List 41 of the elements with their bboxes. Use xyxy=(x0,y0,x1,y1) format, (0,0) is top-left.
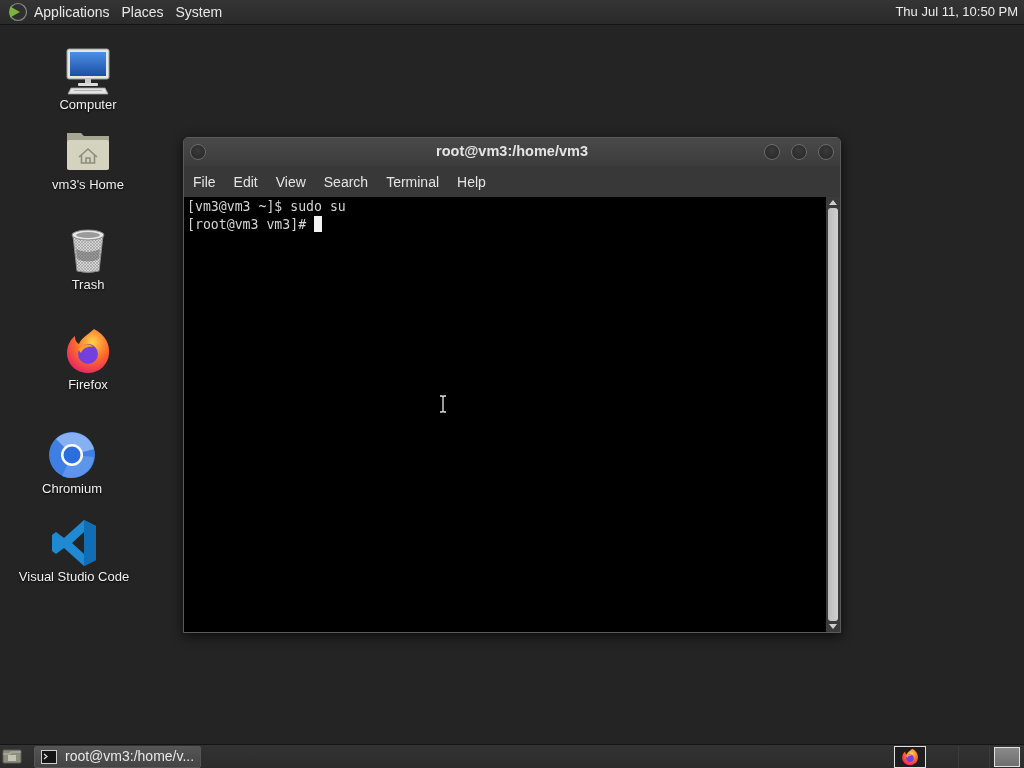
icon-label[interactable]: Computer xyxy=(59,97,117,113)
workspace-button[interactable] xyxy=(994,746,1020,767)
menu-item[interactable]: View xyxy=(266,167,315,196)
circle-logo-icon[interactable] xyxy=(8,2,28,22)
ribbon-logo-icon[interactable] xyxy=(50,519,98,567)
icon-label[interactable]: vm3's Home xyxy=(52,177,124,193)
monitor-icon[interactable] xyxy=(64,47,112,95)
clock-text[interactable]: Thu Jul 11, 10:50 PM xyxy=(895,2,1024,22)
terminal-line: [root@vm3 vm3]# xyxy=(187,217,307,232)
terminal-icon xyxy=(41,749,57,764)
text-cursor-icon xyxy=(439,395,447,413)
scrollbar-thumb[interactable] xyxy=(828,208,838,621)
icon-label[interactable]: Chromium xyxy=(42,481,102,497)
menu-item[interactable]: Edit xyxy=(224,167,267,196)
panel-menu[interactable]: System xyxy=(169,1,229,23)
window-title: root@vm3:/home/vm3 xyxy=(435,142,589,162)
icon-label[interactable]: Visual Studio Code xyxy=(18,569,130,585)
panel-menu[interactable]: Places xyxy=(115,1,170,23)
maximize-button[interactable] xyxy=(791,144,807,160)
menu-item[interactable]: Help xyxy=(448,167,495,196)
minimize-button[interactable] xyxy=(764,144,780,160)
terminal-line: [vm3@vm3 ~]$ sudo su xyxy=(187,199,346,214)
block-cursor-icon xyxy=(314,216,323,232)
scrollbar[interactable] xyxy=(826,197,840,632)
icon-label[interactable]: Trash xyxy=(71,277,105,293)
up-arrow-icon[interactable] xyxy=(828,199,838,206)
window-menu-button[interactable] xyxy=(190,144,206,160)
icon-label[interactable]: Firefox xyxy=(68,377,108,393)
panel-menu[interactable]: Applications xyxy=(28,1,116,23)
flame-globe-icon[interactable] xyxy=(64,327,112,375)
taskbar-button[interactable]: root@vm3:/home/v... xyxy=(34,745,201,768)
ring-logo-icon[interactable] xyxy=(48,431,96,479)
down-arrow-icon[interactable] xyxy=(828,623,838,630)
flame-globe-icon xyxy=(901,747,919,766)
desktop-icon[interactable] xyxy=(2,748,22,765)
menu-item[interactable]: Search xyxy=(314,167,378,196)
terminal-area[interactable]: [vm3@vm3 ~]$ sudo su [root@vm3 vm3]# xyxy=(184,197,826,632)
menu-item[interactable]: Terminal xyxy=(377,167,449,196)
tray-button[interactable] xyxy=(894,745,926,768)
close-button[interactable] xyxy=(818,144,834,160)
menu-item[interactable]: File xyxy=(184,167,225,196)
